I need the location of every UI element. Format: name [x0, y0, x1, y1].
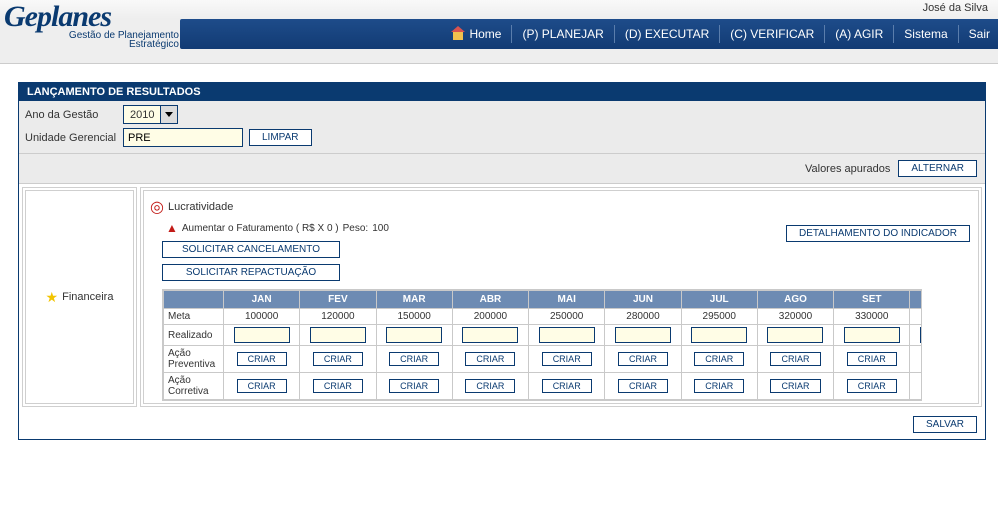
ano-select[interactable]: 2010	[123, 105, 178, 124]
meta-abr: 200000	[452, 309, 528, 325]
nav-home[interactable]: Home	[451, 27, 501, 41]
nav-sair[interactable]: Sair	[969, 27, 990, 41]
toolbar-right: Valores apurados ALTERNAR	[19, 154, 985, 183]
nav-agir[interactable]: (A) AGIR	[835, 27, 883, 41]
nav-verificar[interactable]: (C) VERIFICAR	[730, 27, 814, 41]
col-ago: AGO	[757, 291, 833, 309]
data-table-scroll[interactable]: JANFEVMARABRMAIJUNJULAGOSETOUTNOV Meta10…	[162, 289, 922, 401]
col-mai: MAI	[529, 291, 605, 309]
app-logo: Geplanes Gestão de Planejamento Estratég…	[4, 2, 179, 50]
main-nav: Home (P) PLANEJAR (D) EXECUTAR (C) VERIF…	[180, 19, 998, 49]
meta-ago: 320000	[757, 309, 833, 325]
realizado-input-out[interactable]	[920, 327, 922, 343]
main-panel: LANÇAMENTO DE RESULTADOS Ano da Gestão 2…	[18, 82, 986, 440]
meta-set: 330000	[834, 309, 910, 325]
criar-corretiva-set[interactable]: CRIAR	[847, 379, 897, 393]
meta-fev: 120000	[300, 309, 376, 325]
col-out: OUT	[910, 291, 922, 309]
peso-value: 100	[372, 223, 389, 234]
realizado-input-mar[interactable]	[386, 327, 442, 343]
nav-planejar[interactable]: (P) PLANEJAR	[522, 27, 603, 41]
indicator-sub: Aumentar o Faturamento ( R$ X 0 )	[182, 223, 339, 234]
criar-corretiva-abr[interactable]: CRIAR	[465, 379, 515, 393]
col-fev: FEV	[300, 291, 376, 309]
criar-preventiva-set[interactable]: CRIAR	[847, 352, 897, 366]
nav-sistema[interactable]: Sistema	[904, 27, 947, 41]
star-icon: ★	[46, 289, 59, 306]
realizado-input-jan[interactable]	[234, 327, 290, 343]
row-corretiva-label: Ação Corretiva	[164, 373, 224, 400]
data-table: JANFEVMARABRMAIJUNJULAGOSETOUTNOV Meta10…	[163, 290, 922, 400]
user-name: José da Silva	[923, 2, 988, 14]
criar-preventiva-jan[interactable]: CRIAR	[237, 352, 287, 366]
col-abr: ABR	[452, 291, 528, 309]
row-preventiva-label: Ação Preventiva	[164, 346, 224, 373]
criar-corretiva-mai[interactable]: CRIAR	[542, 379, 592, 393]
logo-main: Geplanes	[4, 2, 179, 32]
criar-preventiva-mai[interactable]: CRIAR	[542, 352, 592, 366]
realizado-input-fev[interactable]	[310, 327, 366, 343]
criar-preventiva-ago[interactable]: CRIAR	[770, 352, 820, 366]
unidade-input[interactable]	[123, 128, 243, 147]
criar-preventiva-fev[interactable]: CRIAR	[313, 352, 363, 366]
peso-label: Peso:	[343, 223, 369, 234]
realizado-input-abr[interactable]	[462, 327, 518, 343]
criar-corretiva-ago[interactable]: CRIAR	[770, 379, 820, 393]
row-realizado-label: Realizado	[164, 325, 224, 346]
meta-mai: 250000	[529, 309, 605, 325]
indicator-panel: ◎ Lucratividade ▲ Aumentar o Faturamento…	[140, 187, 982, 407]
col-mar: MAR	[376, 291, 452, 309]
realizado-input-set[interactable]	[844, 327, 900, 343]
panel-title: LANÇAMENTO DE RESULTADOS	[19, 83, 985, 101]
criar-preventiva-jul[interactable]: CRIAR	[694, 352, 744, 366]
solicitar-repactuacao-button[interactable]: SOLICITAR REPACTUAÇÃO	[162, 264, 340, 281]
row-meta-label: Meta	[164, 309, 224, 325]
target-icon: ◎	[150, 197, 164, 217]
unidade-label: Unidade Gerencial	[25, 132, 117, 144]
thermometer-icon: ▲	[166, 221, 178, 235]
side-label: Financeira	[62, 291, 113, 303]
indicator-name: Lucratividade	[168, 201, 233, 213]
ano-label: Ano da Gestão	[25, 109, 117, 121]
salvar-button[interactable]: SALVAR	[913, 416, 977, 433]
criar-corretiva-mar[interactable]: CRIAR	[389, 379, 439, 393]
realizado-input-jun[interactable]	[615, 327, 671, 343]
col-jul: JUL	[681, 291, 757, 309]
criar-corretiva-jul[interactable]: CRIAR	[694, 379, 744, 393]
criar-corretiva-fev[interactable]: CRIAR	[313, 379, 363, 393]
col-jan: JAN	[224, 291, 300, 309]
meta-out: 340000	[910, 309, 922, 325]
criar-preventiva-abr[interactable]: CRIAR	[465, 352, 515, 366]
home-icon	[451, 28, 465, 40]
criar-preventiva-mar[interactable]: CRIAR	[389, 352, 439, 366]
detalhamento-button[interactable]: DETALHAMENTO DO INDICADOR	[786, 225, 970, 242]
nav-executar[interactable]: (D) EXECUTAR	[625, 27, 709, 41]
meta-jul: 295000	[681, 309, 757, 325]
criar-corretiva-jun[interactable]: CRIAR	[618, 379, 668, 393]
col-jun: JUN	[605, 291, 681, 309]
valores-apurados-label: Valores apurados	[805, 163, 890, 175]
realizado-input-ago[interactable]	[767, 327, 823, 343]
perspective-financeira: ★ Financeira	[22, 187, 137, 407]
alternar-button[interactable]: ALTERNAR	[898, 160, 977, 177]
filter-bar: Ano da Gestão 2010 Unidade Gerencial LIM…	[19, 101, 985, 154]
col-set: SET	[834, 291, 910, 309]
meta-jun: 280000	[605, 309, 681, 325]
limpar-button[interactable]: LIMPAR	[249, 129, 312, 146]
meta-mar: 150000	[376, 309, 452, 325]
realizado-input-mai[interactable]	[539, 327, 595, 343]
ano-value: 2010	[124, 109, 160, 121]
chevron-down-icon[interactable]	[160, 106, 177, 123]
solicitar-cancelamento-button[interactable]: SOLICITAR CANCELAMENTO	[162, 241, 340, 258]
criar-preventiva-jun[interactable]: CRIAR	[618, 352, 668, 366]
meta-jan: 100000	[224, 309, 300, 325]
realizado-input-jul[interactable]	[691, 327, 747, 343]
criar-corretiva-jan[interactable]: CRIAR	[237, 379, 287, 393]
